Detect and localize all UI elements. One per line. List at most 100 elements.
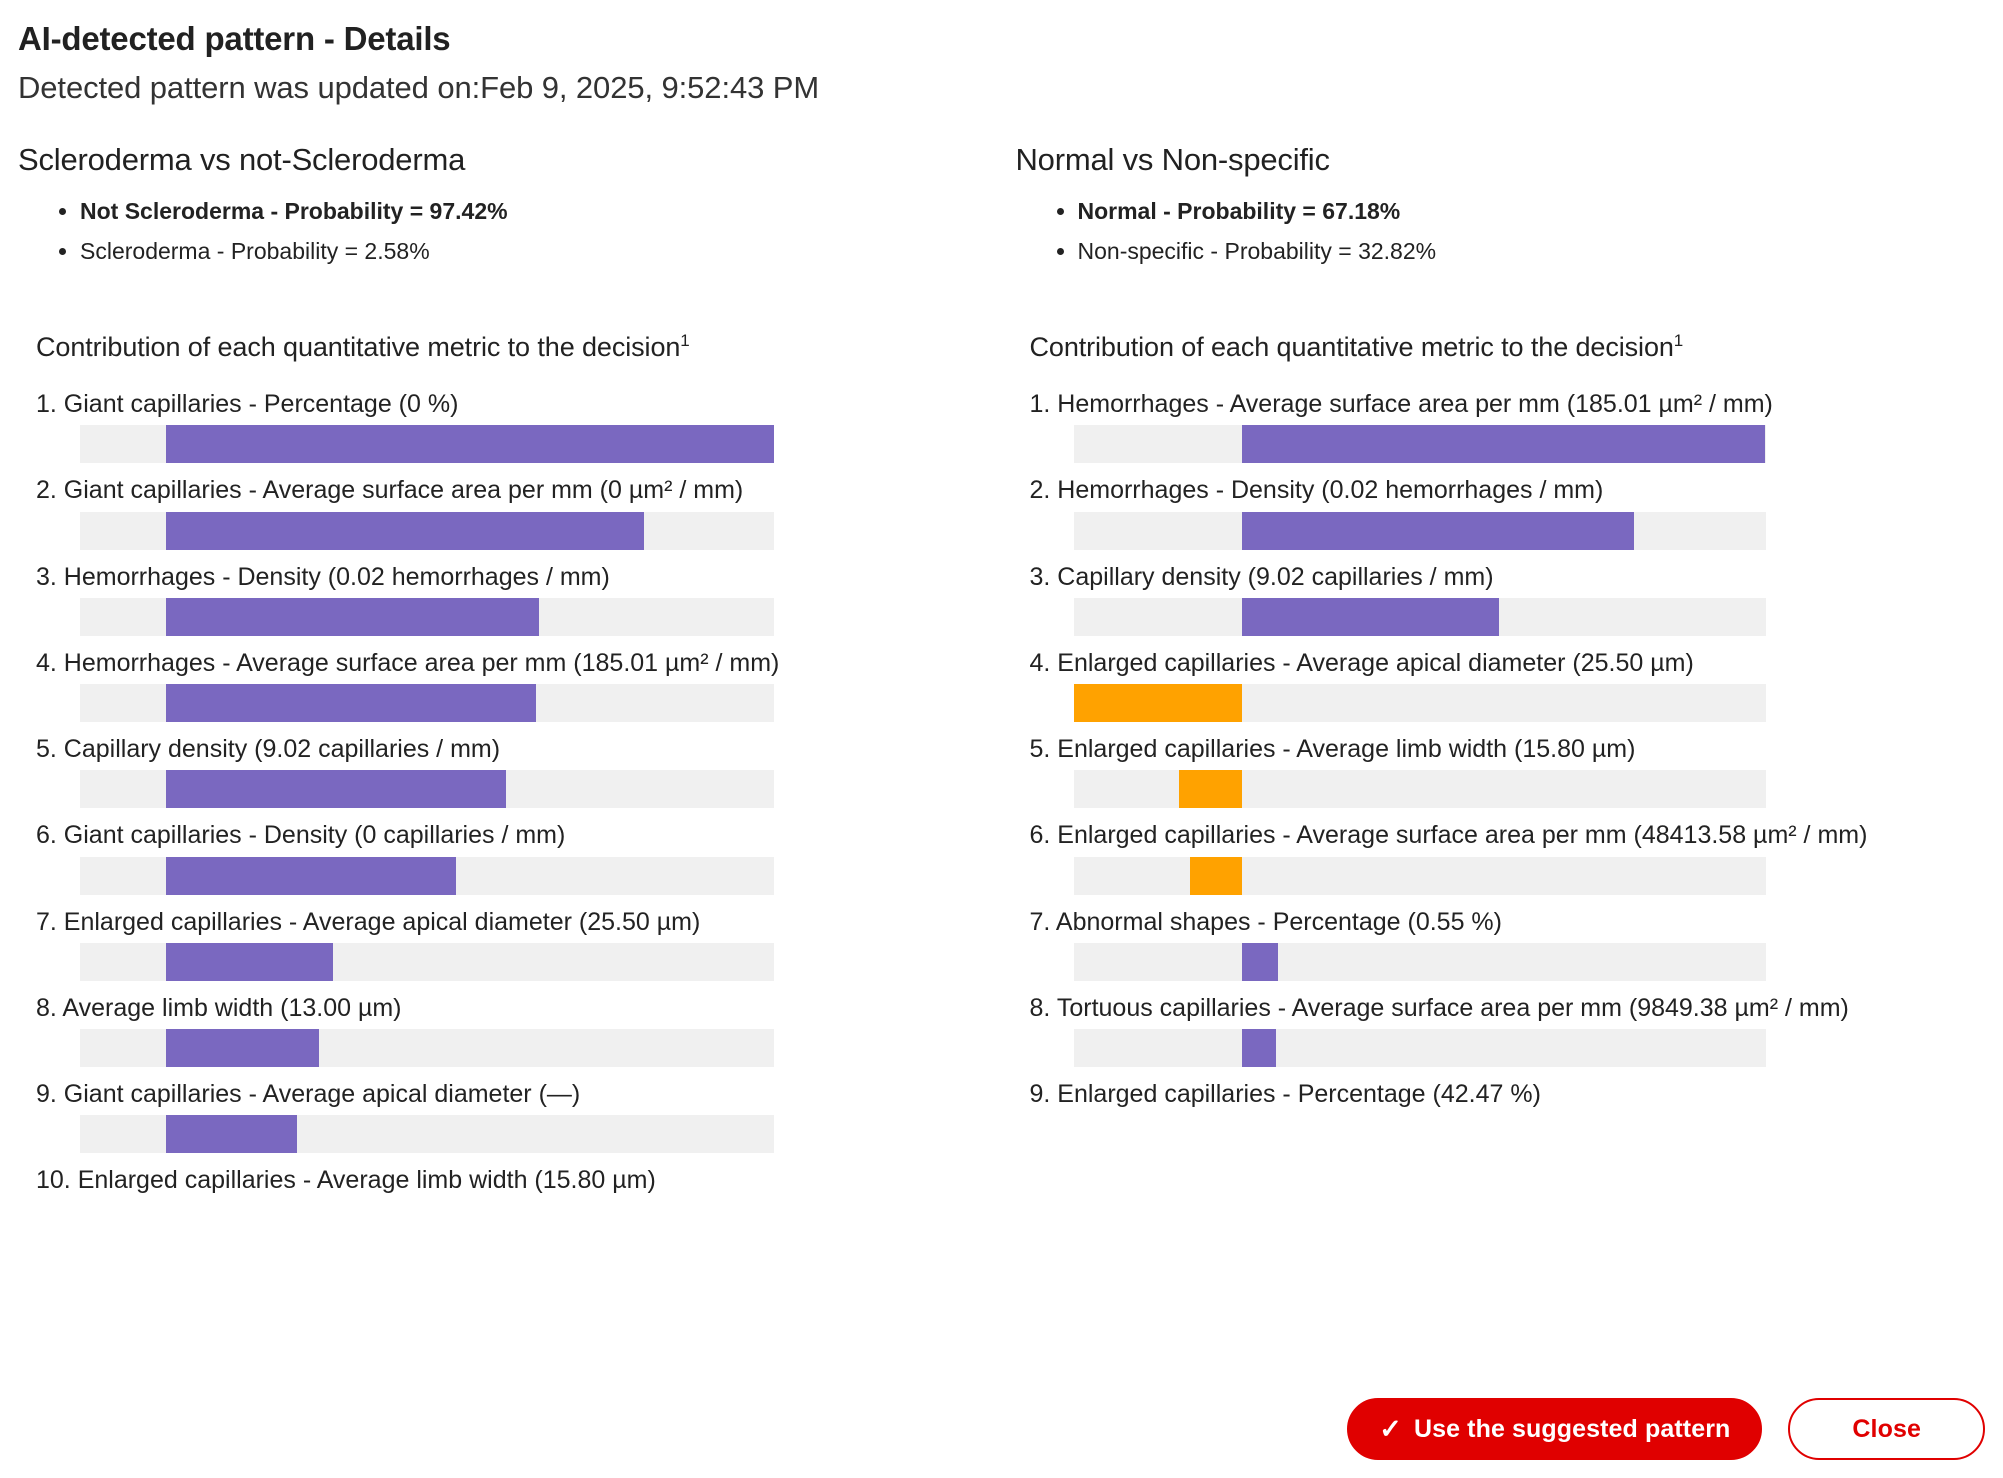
metric-item: 2. Giant capillaries - Average surface a… <box>36 467 984 550</box>
metric-item: 9. Giant capillaries - Average apical di… <box>36 1071 984 1154</box>
metric-label: 9. Giant capillaries - Average apical di… <box>36 1080 581 1109</box>
left-probability-item-2: Scleroderma - Probability = 2.58% <box>80 232 984 272</box>
metric-label: 4. Enlarged capillaries - Average apical… <box>1029 648 1694 677</box>
use-suggested-pattern-button[interactable]: ✓ Use the suggested pattern <box>1347 1398 1763 1460</box>
metric-bar-track <box>1073 597 1766 636</box>
metric-label: 9. Enlarged capillaries - Percentage (42… <box>1029 1080 1541 1109</box>
metric-bar-fill <box>1241 425 1766 464</box>
metric-item: 5. Enlarged capillaries - Average limb w… <box>1029 726 1986 809</box>
metric-item: 6. Enlarged capillaries - Average surfac… <box>1029 812 1986 895</box>
metric-label: 7. Enlarged capillaries - Average apical… <box>36 907 701 936</box>
right-probability-item-1: Normal - Probability = 67.18% <box>1078 192 1986 232</box>
metric-label: 1. Giant capillaries - Percentage (0 %) <box>36 390 459 419</box>
metric-item: 4. Enlarged capillaries - Average apical… <box>1029 640 1986 723</box>
dialog-title: AI-detected pattern - Details <box>18 20 451 57</box>
metric-bar-track <box>1073 684 1766 723</box>
left-contribution-title: Contribution of each quantitative metric… <box>36 331 984 363</box>
column-scleroderma: Scleroderma vs not-Scleroderma Not Scler… <box>0 142 1002 1202</box>
metric-item: 5. Capillary density (9.02 capillaries /… <box>36 726 984 809</box>
close-button-label: Close <box>1852 1414 1921 1443</box>
metric-bar-fill <box>1241 1029 1277 1068</box>
metric-label: 5. Capillary density (9.02 capillaries /… <box>36 735 501 764</box>
updated-label: Detected pattern was updated on: <box>18 70 481 105</box>
left-probability-list: Not Scleroderma - Probability = 97.42% S… <box>18 192 984 271</box>
metric-bar-fill <box>166 1115 297 1154</box>
metric-item: 8. Tortuous capillaries - Average surfac… <box>1029 985 1986 1068</box>
metric-bar-fill <box>166 942 334 981</box>
metric-label: 3. Hemorrhages - Density (0.02 hemorrhag… <box>36 562 610 591</box>
metric-bar-fill <box>166 597 539 636</box>
metric-item: 2. Hemorrhages - Density (0.02 hemorrhag… <box>1029 467 1986 550</box>
metric-bar-track <box>80 770 774 809</box>
metric-bar-track <box>1073 425 1766 464</box>
metric-label: 8. Average limb width (13.00 µm) <box>36 993 402 1022</box>
metric-bar-track <box>80 942 774 981</box>
metric-label: 4. Hemorrhages - Average surface area pe… <box>36 648 780 677</box>
metric-bar-track <box>80 425 774 464</box>
metric-bar-fill <box>166 684 536 723</box>
metric-item: 6. Giant capillaries - Density (0 capill… <box>36 812 984 895</box>
dialog-updated-line: Detected pattern was updated on:Feb 9, 2… <box>0 58 2003 106</box>
metric-bar-fill <box>166 1029 319 1068</box>
metric-item: 3. Capillary density (9.02 capillaries /… <box>1030 554 1986 636</box>
metric-bar-fill <box>1241 942 1279 981</box>
metric-bar-fill <box>166 770 507 809</box>
left-probability-item-1: Not Scleroderma - Probability = 97.42% <box>80 192 984 232</box>
right-contribution-footnote: 1 <box>1673 331 1684 351</box>
use-suggested-pattern-label: Use the suggested pattern <box>1413 1414 1731 1443</box>
metric-bar-fill <box>166 856 457 895</box>
updated-timestamp: Feb 9, 2025, 9:52:43 PM <box>480 70 820 105</box>
metric-bar-track <box>1073 770 1766 809</box>
metric-bar-fill <box>1179 770 1242 809</box>
metric-bar-fill <box>1073 684 1242 723</box>
check-icon: ✓ <box>1379 1413 1402 1444</box>
metric-label: 2. Giant capillaries - Average surface a… <box>36 476 744 505</box>
metric-label: 7. Abnormal shapes - Percentage (0.55 %) <box>1029 907 1503 936</box>
metric-label: 6. Giant capillaries - Density (0 capill… <box>36 821 566 850</box>
metric-bar-track <box>1073 942 1766 981</box>
metric-label: 2. Hemorrhages - Density (0.02 hemorrhag… <box>1029 476 1604 505</box>
metric-bar-track <box>80 1115 774 1154</box>
left-contribution-footnote: 1 <box>680 331 690 351</box>
metric-bar-track <box>80 597 774 636</box>
close-button[interactable]: Close <box>1788 1398 1985 1460</box>
metric-bar-track <box>1073 856 1766 895</box>
metric-label: 1. Hemorrhages - Average surface area pe… <box>1029 390 1773 419</box>
left-contribution-title-text: Contribution of each quantitative metric… <box>36 332 681 363</box>
right-metric-list: 1. Hemorrhages - Average surface area pe… <box>1016 381 1986 1115</box>
metric-bar-fill <box>1189 856 1242 895</box>
metric-bar-fill <box>166 511 644 550</box>
metric-bar-track <box>80 1029 774 1068</box>
metric-label: 5. Enlarged capillaries - Average limb w… <box>1029 735 1636 764</box>
metric-item: 8. Average limb width (13.00 µm) <box>36 985 984 1068</box>
metric-label: 10. Enlarged capillaries - Average limb … <box>36 1166 656 1195</box>
right-probability-list: Normal - Probability = 67.18% Non-specif… <box>1016 192 1986 271</box>
metric-item: 1. Giant capillaries - Percentage (0 %) <box>36 381 984 464</box>
metric-bar-fill <box>1241 511 1634 550</box>
metric-bar-track <box>80 511 774 550</box>
ai-pattern-details-dialog: AI-detected pattern - Details Detected p… <box>0 0 2003 1478</box>
metric-item: 4. Hemorrhages - Average surface area pe… <box>36 640 984 723</box>
metric-bar-track <box>80 856 774 895</box>
metric-label: 8. Tortuous capillaries - Average surfac… <box>1029 993 1849 1022</box>
dialog-footer: ✓ Use the suggested pattern Close <box>1347 1398 1985 1460</box>
columns-container: Scleroderma vs not-Scleroderma Not Scler… <box>0 142 2003 1202</box>
metric-bar-track <box>80 684 774 723</box>
metric-label: 3. Capillary density (9.02 capillaries /… <box>1029 562 1494 591</box>
right-contribution-title-text: Contribution of each quantitative metric… <box>1029 332 1674 363</box>
left-metric-list: 1. Giant capillaries - Percentage (0 %) 2… <box>18 381 984 1202</box>
metric-item: 3. Hemorrhages - Density (0.02 hemorrhag… <box>36 554 984 636</box>
metric-bar-fill <box>166 425 774 464</box>
metric-item: 7. Abnormal shapes - Percentage (0.55 %) <box>1030 899 1986 981</box>
metric-label: 6. Enlarged capillaries - Average surfac… <box>1029 821 1868 850</box>
left-column-title: Scleroderma vs not-Scleroderma <box>18 142 466 177</box>
right-contribution-title: Contribution of each quantitative metric… <box>1030 331 1986 363</box>
metric-bar-fill <box>1241 597 1500 636</box>
metric-bar-track <box>1073 511 1766 550</box>
metric-item: 10. Enlarged capillaries - Average limb … <box>36 1157 984 1201</box>
metric-bar-track <box>1073 1029 1766 1068</box>
right-probability-item-2: Non-specific - Probability = 32.82% <box>1078 232 1986 272</box>
metric-item: 1. Hemorrhages - Average surface area pe… <box>1029 381 1986 464</box>
right-column-title: Normal vs Non-specific <box>1015 142 1330 177</box>
metric-item: 7. Enlarged capillaries - Average apical… <box>36 899 984 981</box>
